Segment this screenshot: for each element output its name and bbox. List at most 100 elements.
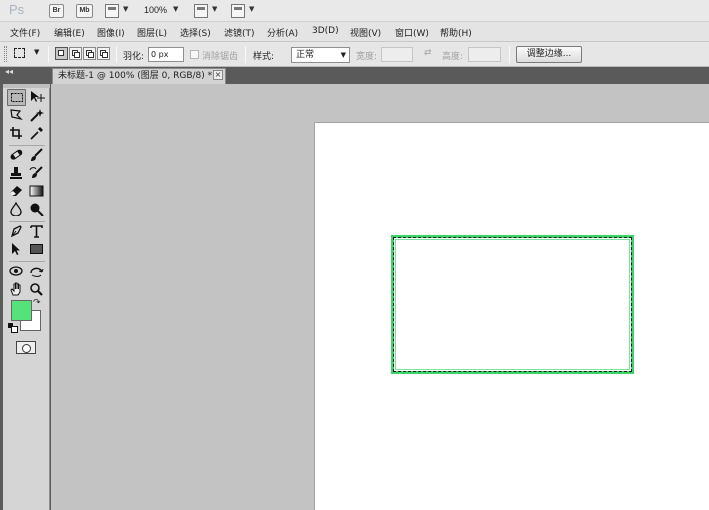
- swap-colors-icon[interactable]: ↷: [33, 298, 41, 308]
- move-tool[interactable]: [27, 89, 46, 106]
- options-divider: [116, 46, 117, 63]
- zoom-level[interactable]: 100%: [144, 5, 167, 15]
- document-tab[interactable]: 未标题-1 @ 100% (图层 0, RGB/8) *: [52, 68, 226, 84]
- drop-icon: [10, 202, 22, 216]
- foreground-color-swatch[interactable]: [11, 300, 32, 321]
- menu-view[interactable]: 视图(V): [350, 26, 381, 39]
- style-select[interactable]: 正常 ▼: [291, 47, 350, 63]
- arrange-documents-icon[interactable]: [194, 4, 208, 18]
- crop-icon: [10, 127, 22, 139]
- hand-icon: [10, 282, 21, 296]
- menu-select[interactable]: 选择(S): [180, 26, 211, 39]
- crop-tool[interactable]: [7, 125, 26, 142]
- options-bar-grip[interactable]: [4, 46, 7, 62]
- menu-layer[interactable]: 图层(L): [137, 26, 167, 39]
- default-colors-icon[interactable]: [8, 323, 18, 333]
- new-selection-button[interactable]: [55, 47, 68, 60]
- menu-edit[interactable]: 编辑(E): [54, 26, 85, 39]
- menu-bar: 文件(F) 编辑(E) 图像(I) 图层(L) 选择(S) 滤镜(T) 分析(A…: [0, 22, 709, 42]
- document-tab-strip: ◂◂ 未标题-1 @ 100% (图层 0, RGB/8) * ×: [0, 67, 709, 84]
- screen-mode-icon[interactable]: [231, 4, 245, 18]
- launch-mini-bridge-button[interactable]: Mb: [76, 4, 93, 18]
- launch-bridge-button[interactable]: Br: [49, 4, 64, 18]
- menu-filter[interactable]: 滤镜(T): [224, 26, 255, 39]
- marching-ants-border: [393, 237, 632, 372]
- style-label: 样式:: [253, 52, 275, 62]
- magic-wand-icon: [30, 109, 44, 122]
- type-tool[interactable]: [27, 223, 46, 240]
- application-bar: Ps Br Mb ▼ 100% ▼ ▼ ▼: [0, 0, 709, 22]
- spot-healing-brush-tool[interactable]: [7, 147, 26, 164]
- rectangular-marquee-icon: [14, 48, 25, 58]
- magic-wand-tool[interactable]: [27, 107, 46, 124]
- rectangular-selection[interactable]: [391, 235, 634, 374]
- zoom-dropdown-icon[interactable]: ▼: [173, 5, 178, 13]
- move-icon: [31, 91, 45, 102]
- feather-label: 羽化:: [123, 52, 145, 62]
- blur-tool[interactable]: [7, 201, 26, 218]
- document-workspace[interactable]: [51, 84, 709, 510]
- refine-edge-button[interactable]: 调整边缘...: [516, 46, 582, 63]
- 3d-orbit-tool[interactable]: [27, 263, 46, 280]
- tool-group-divider: [9, 145, 45, 146]
- menu-window[interactable]: 窗口(W): [395, 26, 429, 39]
- eyedropper-icon: [30, 127, 43, 140]
- height-label: 高度:: [442, 52, 464, 62]
- menu-analysis[interactable]: 分析(A): [267, 26, 298, 39]
- menu-3d[interactable]: 3D(D): [312, 26, 339, 36]
- document-tab-title: 未标题-1 @ 100% (图层 0, RGB/8) *: [58, 71, 213, 81]
- clone-stamp-tool[interactable]: [7, 165, 26, 182]
- pen-tool[interactable]: [7, 223, 26, 240]
- photoshop-logo: Ps: [9, 2, 25, 17]
- width-input[interactable]: [381, 47, 413, 62]
- view-extras-dropdown-icon[interactable]: ▼: [123, 5, 128, 13]
- antialias-checkbox[interactable]: [190, 50, 199, 59]
- brush-icon: [31, 148, 43, 161]
- rectangular-marquee-tool[interactable]: [7, 89, 26, 106]
- gradient-icon: [29, 185, 44, 197]
- menu-file[interactable]: 文件(F): [10, 26, 40, 39]
- tools-panel: ↷: [3, 84, 50, 510]
- document-canvas[interactable]: [314, 122, 709, 510]
- quick-mask-button[interactable]: [16, 341, 36, 354]
- lasso-tool[interactable]: [7, 107, 26, 124]
- tool-preset-picker[interactable]: ▼: [14, 47, 42, 62]
- tools-panel-grip[interactable]: [3, 84, 50, 88]
- eraser-tool[interactable]: [7, 183, 26, 200]
- hand-tool[interactable]: [7, 281, 26, 298]
- history-brush-icon: [29, 166, 43, 178]
- collapse-panels-icon[interactable]: ◂◂: [5, 67, 13, 76]
- screen-mode-dropdown-icon[interactable]: ▼: [249, 5, 254, 13]
- feather-input[interactable]: 0 px: [148, 47, 184, 62]
- menu-image[interactable]: 图像(I): [97, 26, 125, 39]
- dodge-icon: [30, 203, 44, 216]
- add-to-selection-button[interactable]: [69, 47, 82, 60]
- polygonal-lasso-icon: [10, 109, 23, 121]
- 3d-rotate-tool[interactable]: [7, 263, 26, 280]
- view-extras-icon[interactable]: [105, 4, 119, 18]
- eyedropper-tool[interactable]: [27, 125, 46, 142]
- options-bar: ▼ 羽化: 0 px 消除锯齿 样式: 正常 ▼ 宽度: ⇄ 高度: 调整边缘.…: [0, 42, 709, 67]
- history-brush-tool[interactable]: [27, 165, 46, 182]
- zoom-tool[interactable]: [27, 281, 46, 298]
- stamp-icon: [10, 167, 22, 179]
- brush-tool[interactable]: [27, 147, 46, 164]
- swap-dimensions-icon[interactable]: ⇄: [424, 48, 432, 58]
- subtract-from-selection-button[interactable]: [83, 47, 96, 60]
- bandage-icon: [10, 149, 23, 160]
- options-divider: [48, 46, 49, 63]
- gradient-tool[interactable]: [27, 183, 46, 200]
- path-selection-tool[interactable]: [7, 241, 26, 258]
- tool-group-divider: [9, 261, 45, 262]
- intersect-with-selection-button[interactable]: [97, 47, 110, 60]
- rectangle-tool[interactable]: [27, 241, 46, 258]
- rectangle-shape-icon: [30, 244, 43, 254]
- 3d-rotate-icon: [9, 266, 23, 276]
- height-input[interactable]: [468, 47, 501, 62]
- arrange-dropdown-icon[interactable]: ▼: [212, 5, 217, 13]
- options-divider: [509, 46, 510, 63]
- menu-help[interactable]: 帮助(H): [440, 26, 472, 39]
- close-icon[interactable]: ×: [213, 70, 223, 80]
- width-label: 宽度:: [356, 52, 378, 62]
- dodge-tool[interactable]: [27, 201, 46, 218]
